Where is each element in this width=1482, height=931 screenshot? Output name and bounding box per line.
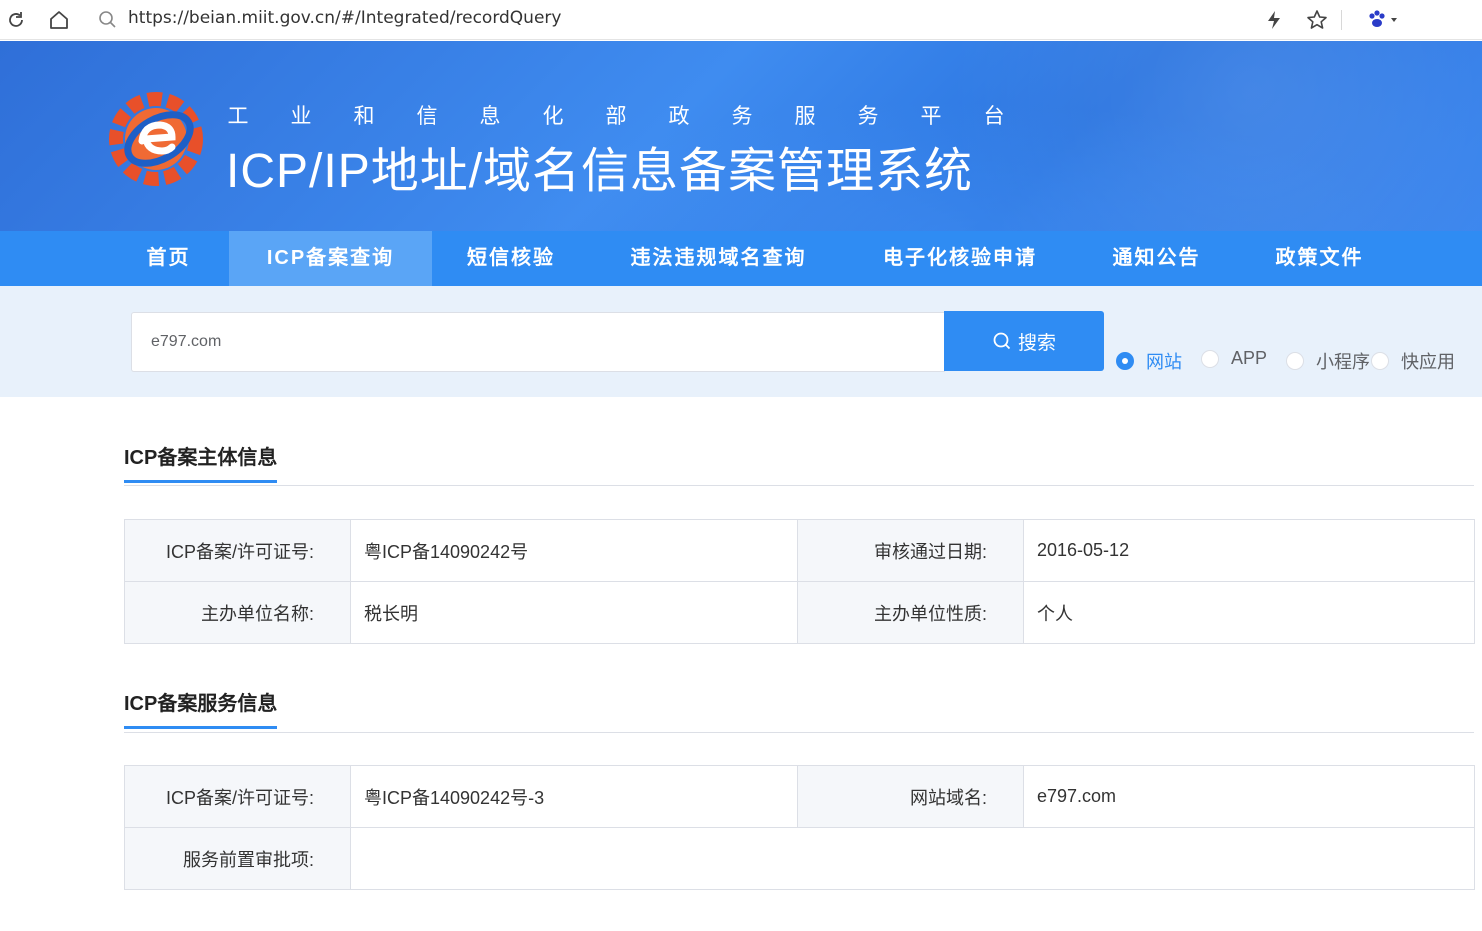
label-license-no: ICP备案/许可证号: [124, 519, 351, 582]
banner-subtitle-char: 台 [983, 105, 1005, 128]
banner-subtitle-char: 平 [920, 105, 942, 128]
table-row: ICP备案/许可证号: 粤ICP备14090242号 审核通过日期: 2016-… [124, 519, 1475, 582]
nav-policy[interactable]: 政策文件 [1263, 231, 1376, 286]
radio-label: 快应用 [1401, 352, 1455, 372]
radio-miniprogram[interactable]: 小程序 [1286, 348, 1370, 374]
service-info-title: ICP备案服务信息 [124, 687, 278, 729]
banner-subtitle-char: 政 [668, 105, 690, 128]
search-button-label: 搜索 [1017, 332, 1056, 354]
value-approval-date: 2016-05-12 [1023, 519, 1475, 582]
nav-sms-verify[interactable]: 短信核验 [455, 231, 567, 286]
banner-subtitle-char: 息 [479, 105, 501, 128]
reload-icon[interactable] [2, 6, 30, 34]
radio-quickapp[interactable]: 快应用 [1371, 348, 1455, 374]
value-service-license-no: 粤ICP备14090242号-3 [350, 765, 798, 828]
nav-notices[interactable]: 通知公告 [1100, 231, 1213, 286]
banner-subtitle: 工业和信息化部政务服务平台 [226, 100, 1006, 130]
radio-label: APP [1231, 348, 1268, 368]
subject-info-table: ICP备案/许可证号: 粤ICP备14090242号 审核通过日期: 2016-… [124, 519, 1475, 644]
banner-subtitle-char: 部 [605, 105, 627, 128]
value-organizer-type: 个人 [1023, 581, 1475, 644]
search-icon [94, 6, 122, 34]
nav-illegal-domain-query[interactable]: 违法违规域名查询 [617, 231, 820, 286]
paw-extension-icon[interactable] [1364, 6, 1402, 34]
subject-info-title: ICP备案主体信息 [124, 441, 278, 483]
star-icon[interactable] [1303, 6, 1331, 34]
value-website-domain: e797.com [1023, 765, 1475, 828]
table-row: 主办单位名称: 税长明 主办单位性质: 个人 [124, 581, 1475, 644]
table-row: ICP备案/许可证号: 粤ICP备14090242号-3 网站域名: e797.… [124, 765, 1475, 828]
radio-label: 网站 [1146, 352, 1182, 372]
banner-subtitle-char: 和 [353, 105, 375, 128]
value-license-no: 粤ICP备14090242号 [350, 519, 798, 582]
banner-subtitle-char: 业 [290, 105, 312, 128]
label-pre-approval: 服务前置审批项: [124, 827, 351, 890]
label-service-license-no: ICP备案/许可证号: [124, 765, 351, 828]
toolbar-separator [1341, 10, 1342, 30]
search-button[interactable]: 搜索 [944, 311, 1104, 371]
value-pre-approval [350, 827, 1475, 890]
banner-subtitle-char: 务 [731, 105, 753, 128]
service-info-table: ICP备案/许可证号: 粤ICP备14090242号-3 网站域名: e797.… [124, 765, 1475, 890]
browser-toolbar: https://beian.miit.gov.cn/#/Integrated/r… [0, 0, 1482, 40]
address-bar[interactable]: https://beian.miit.gov.cn/#/Integrated/r… [128, 8, 561, 28]
radio-dot [1371, 352, 1389, 370]
banner-subtitle-char: 服 [794, 105, 816, 128]
home-icon[interactable] [45, 6, 73, 34]
radio-website[interactable]: 网站 [1116, 348, 1182, 374]
main-nav: 首页 ICP备案查询 短信核验 违法违规域名查询 电子化核验申请 通知公告 政策… [0, 231, 1482, 286]
lightning-icon[interactable] [1260, 6, 1288, 34]
table-row: 服务前置审批项: [124, 827, 1475, 890]
search-panel: e797.com 搜索 网站 APP 小程序 快应用 [0, 286, 1482, 397]
label-website-domain: 网站域名: [797, 765, 1024, 828]
label-approval-date: 审核通过日期: [797, 519, 1024, 582]
radio-app[interactable]: APP [1201, 348, 1267, 369]
radio-dot [1201, 349, 1219, 368]
label-organizer-type: 主办单位性质: [797, 581, 1024, 644]
banner-subtitle-char: 化 [542, 105, 564, 128]
radio-label: 小程序 [1316, 352, 1370, 372]
nav-home[interactable]: 首页 [112, 231, 225, 286]
radio-dot [1286, 352, 1304, 370]
section-divider [124, 485, 1474, 486]
banner-subtitle-char: 信 [416, 105, 438, 128]
search-icon [993, 332, 1011, 350]
nav-icp-query[interactable]: ICP备案查询 [229, 231, 432, 286]
banner-subtitle-char: 务 [857, 105, 879, 128]
radio-dot [1116, 352, 1134, 370]
label-organizer-name: 主办单位名称: [124, 581, 351, 644]
section-divider [124, 732, 1474, 733]
system-title: ICP/IP地址/域名信息备案管理系统 [226, 145, 974, 198]
banner-subtitle-char: 工 [227, 105, 249, 128]
value-organizer-name: 税长明 [350, 581, 798, 644]
search-input[interactable]: e797.com [131, 312, 945, 372]
miit-logo [106, 89, 206, 189]
nav-electronic-verify[interactable]: 电子化核验申请 [870, 231, 1050, 286]
header-banner: 工 业 和 信 息 化 部 政 务 服 务 平 台 ICP/IP地址/域名信息备案管理系统 [0, 41, 1482, 231]
